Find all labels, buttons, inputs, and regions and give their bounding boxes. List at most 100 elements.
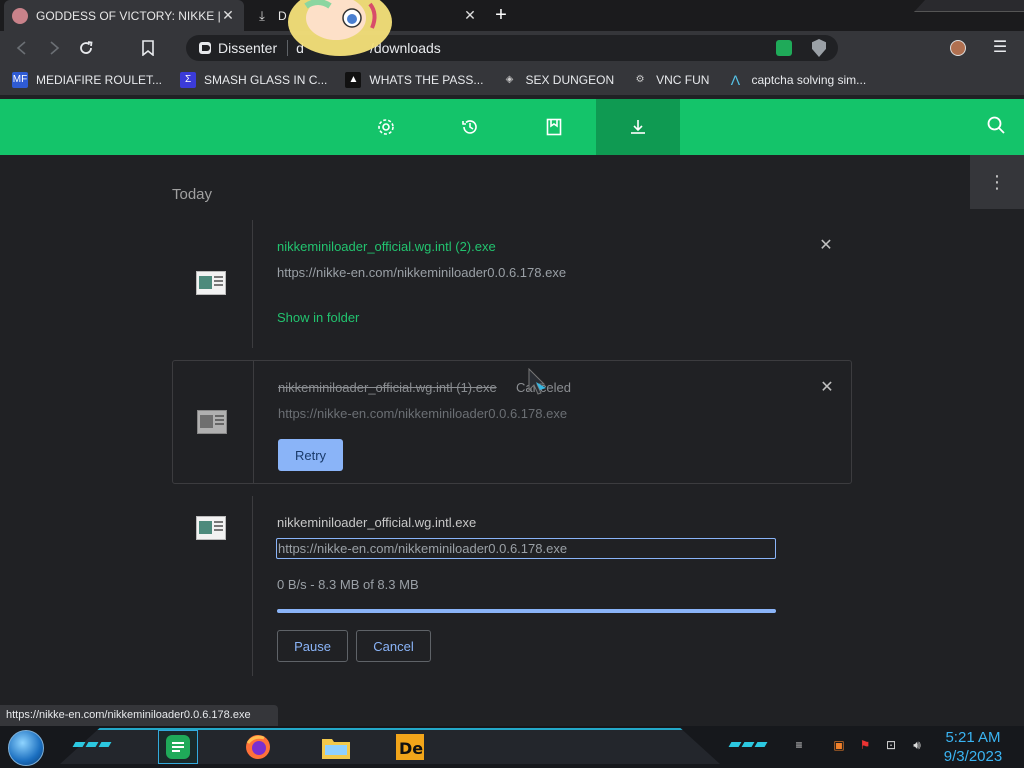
search-button[interactable] [986,115,1010,139]
taskbar-decoration [72,742,112,748]
retry-button[interactable]: Retry [278,439,343,471]
forward-button[interactable] [38,32,70,64]
reload-icon [80,41,93,54]
clock-date: 9/3/2023 [943,748,1003,765]
download-filename-link[interactable]: nikkeminiloader_official.wg.intl (2).exe [277,239,496,254]
bookmark-label: SMASH GLASS IN C... [204,73,328,87]
bookmark-label: VNC FUN [656,73,710,87]
taskbar-decoration [728,742,768,748]
tray-lines-icon[interactable]: ≡ [790,736,808,754]
settings-icon [378,119,394,135]
progress-fill [277,609,776,613]
download-item: nikkeminiloader_official.wg.intl (2).exe… [172,220,852,348]
tab-strip: GODDESS OF VICTORY: NIKKE | In ✕ ⤓ D ✕ + [0,0,1024,31]
site-name: Dissenter [218,40,278,56]
bookmark-whats-the-pass[interactable]: ▲ WHATS THE PASS... [345,72,483,88]
history-icon [462,120,477,134]
new-tab-button[interactable]: + [490,5,512,27]
bookmark-page-button[interactable] [132,32,164,64]
remove-download-button[interactable]: ✕ [819,380,835,396]
profile-avatar[interactable] [950,40,966,56]
flag-icon[interactable]: ⚑ [856,736,874,754]
bookmarks-bar: MF MEDIAFIRE ROULET... Σ SMASH GLASS IN … [0,65,1024,95]
bookmark-icon [142,40,154,56]
toolbar: Dissenter d /downloads [0,31,1024,65]
gear-icon: ⚙ [635,74,645,85]
taskbar-app-firefox[interactable] [238,730,278,764]
clock-time: 5:21 AM [945,729,1001,746]
close-tab-icon[interactable]: ✕ [462,7,478,24]
close-tab-icon[interactable]: ✕ [220,7,236,24]
window-frame-decoration [914,0,1024,12]
sigma-icon: Σ [180,72,197,88]
anime-sticker-image [288,0,392,56]
status-bubble: https://nikke-en.com/nikkeminiloader0.0.… [0,705,278,726]
item-divider [253,361,254,483]
firefox-icon [246,735,270,759]
nikke-favicon-icon [12,7,28,24]
folder-icon [322,739,350,759]
download-filename: nikkeminiloader_official.wg.intl (1).exe [278,380,497,395]
taskbar-app-green[interactable] [158,730,198,764]
back-button[interactable] [6,32,38,64]
file-exe-icon [196,271,226,295]
tab-title: GODDESS OF VICTORY: NIKKE | In [36,8,220,23]
section-title-today: Today [172,186,213,203]
shield-icon[interactable] [812,39,826,57]
tab-nikke[interactable]: GODDESS OF VICTORY: NIKKE | In ✕ [4,0,244,31]
site-icon [199,42,211,54]
bookmark-label: SEX DUNGEON [525,73,615,87]
mouse-cursor-icon [528,368,546,395]
extension-green-icon[interactable] [776,40,792,56]
chat-app-icon [166,735,190,759]
download-url: https://nikke-en.com/nikkeminiloader0.0.… [278,406,568,421]
item-divider [252,220,253,348]
download-item-in-progress: nikkeminiloader_official.wg.intl.exe htt… [172,496,852,676]
show-in-folder-link[interactable]: Show in folder [277,310,359,325]
bookmark-captcha[interactable]: Λ captcha solving sim... [727,72,866,88]
taskbar-app-de[interactable]: De [390,730,430,764]
item-divider [252,496,253,676]
download-url[interactable]: https://nikke-en.com/nikkeminiloader0.0.… [277,265,566,280]
reload-button[interactable] [70,32,102,64]
browser-window: GODDESS OF VICTORY: NIKKE | In ✕ ⤓ D ✕ +… [0,0,1024,768]
bookmark-smash-glass[interactable]: Σ SMASH GLASS IN C... [180,72,327,88]
history-button[interactable] [428,99,512,155]
bookmark-vnc-fun[interactable]: ⚙ VNC FUN [632,72,710,88]
file-exe-icon [197,410,227,434]
bookmark-label: WHATS THE PASS... [369,73,484,87]
more-vertical-icon: ⋮ [988,171,1006,192]
tray-app-icon[interactable]: ▣ [830,736,848,754]
taskbar: De ≡ ▣ ⚑ ⊡ 🔊︎ [0,726,1024,768]
start-button[interactable] [8,730,44,766]
download-filename: nikkeminiloader_official.wg.intl.exe [277,515,477,530]
network-icon[interactable]: ⊡ [882,736,900,754]
more-options-button[interactable]: ⋮ [970,155,1024,209]
browser-menu-button[interactable]: ☰ [990,39,1010,57]
taskbar-app-explorer[interactable] [316,730,356,764]
volume-icon[interactable]: 🔊︎ [908,736,926,754]
bookmarks-icon [546,118,562,136]
taskbar-clock[interactable]: 5:21 AM 9/3/2023 [934,728,1012,766]
bookmark-label: MEDIAFIRE ROULET... [36,73,163,87]
download-url-focused[interactable]: https://nikke-en.com/nikkeminiloader0.0.… [276,538,776,559]
pause-button[interactable]: Pause [277,630,348,662]
remove-download-button[interactable]: ✕ [818,238,834,254]
download-progress-bar [277,609,776,613]
downloads-button[interactable] [596,99,680,155]
bookmarks-button[interactable] [512,99,596,155]
bookmark-label: captcha solving sim... [751,73,867,87]
bookmark-sex-dungeon[interactable]: ◈ SEX DUNGEON [501,72,615,88]
downloads-header [0,99,1024,155]
file-exe-icon [196,516,226,540]
cube-icon: ◈ [505,74,514,85]
cancel-button[interactable]: Cancel [356,630,431,662]
download-progress-text: 0 B/s - 8.3 MB of 8.3 MB [277,577,419,592]
settings-button[interactable] [344,99,428,155]
svg-text:De: De [399,739,423,758]
bookmark-mediafire[interactable]: MF MEDIAFIRE ROULET... [12,72,162,88]
download-icon [631,120,645,134]
hat-icon: ▲ [345,72,362,88]
de-app-icon: De [396,734,424,760]
mediafire-icon: MF [12,72,28,88]
